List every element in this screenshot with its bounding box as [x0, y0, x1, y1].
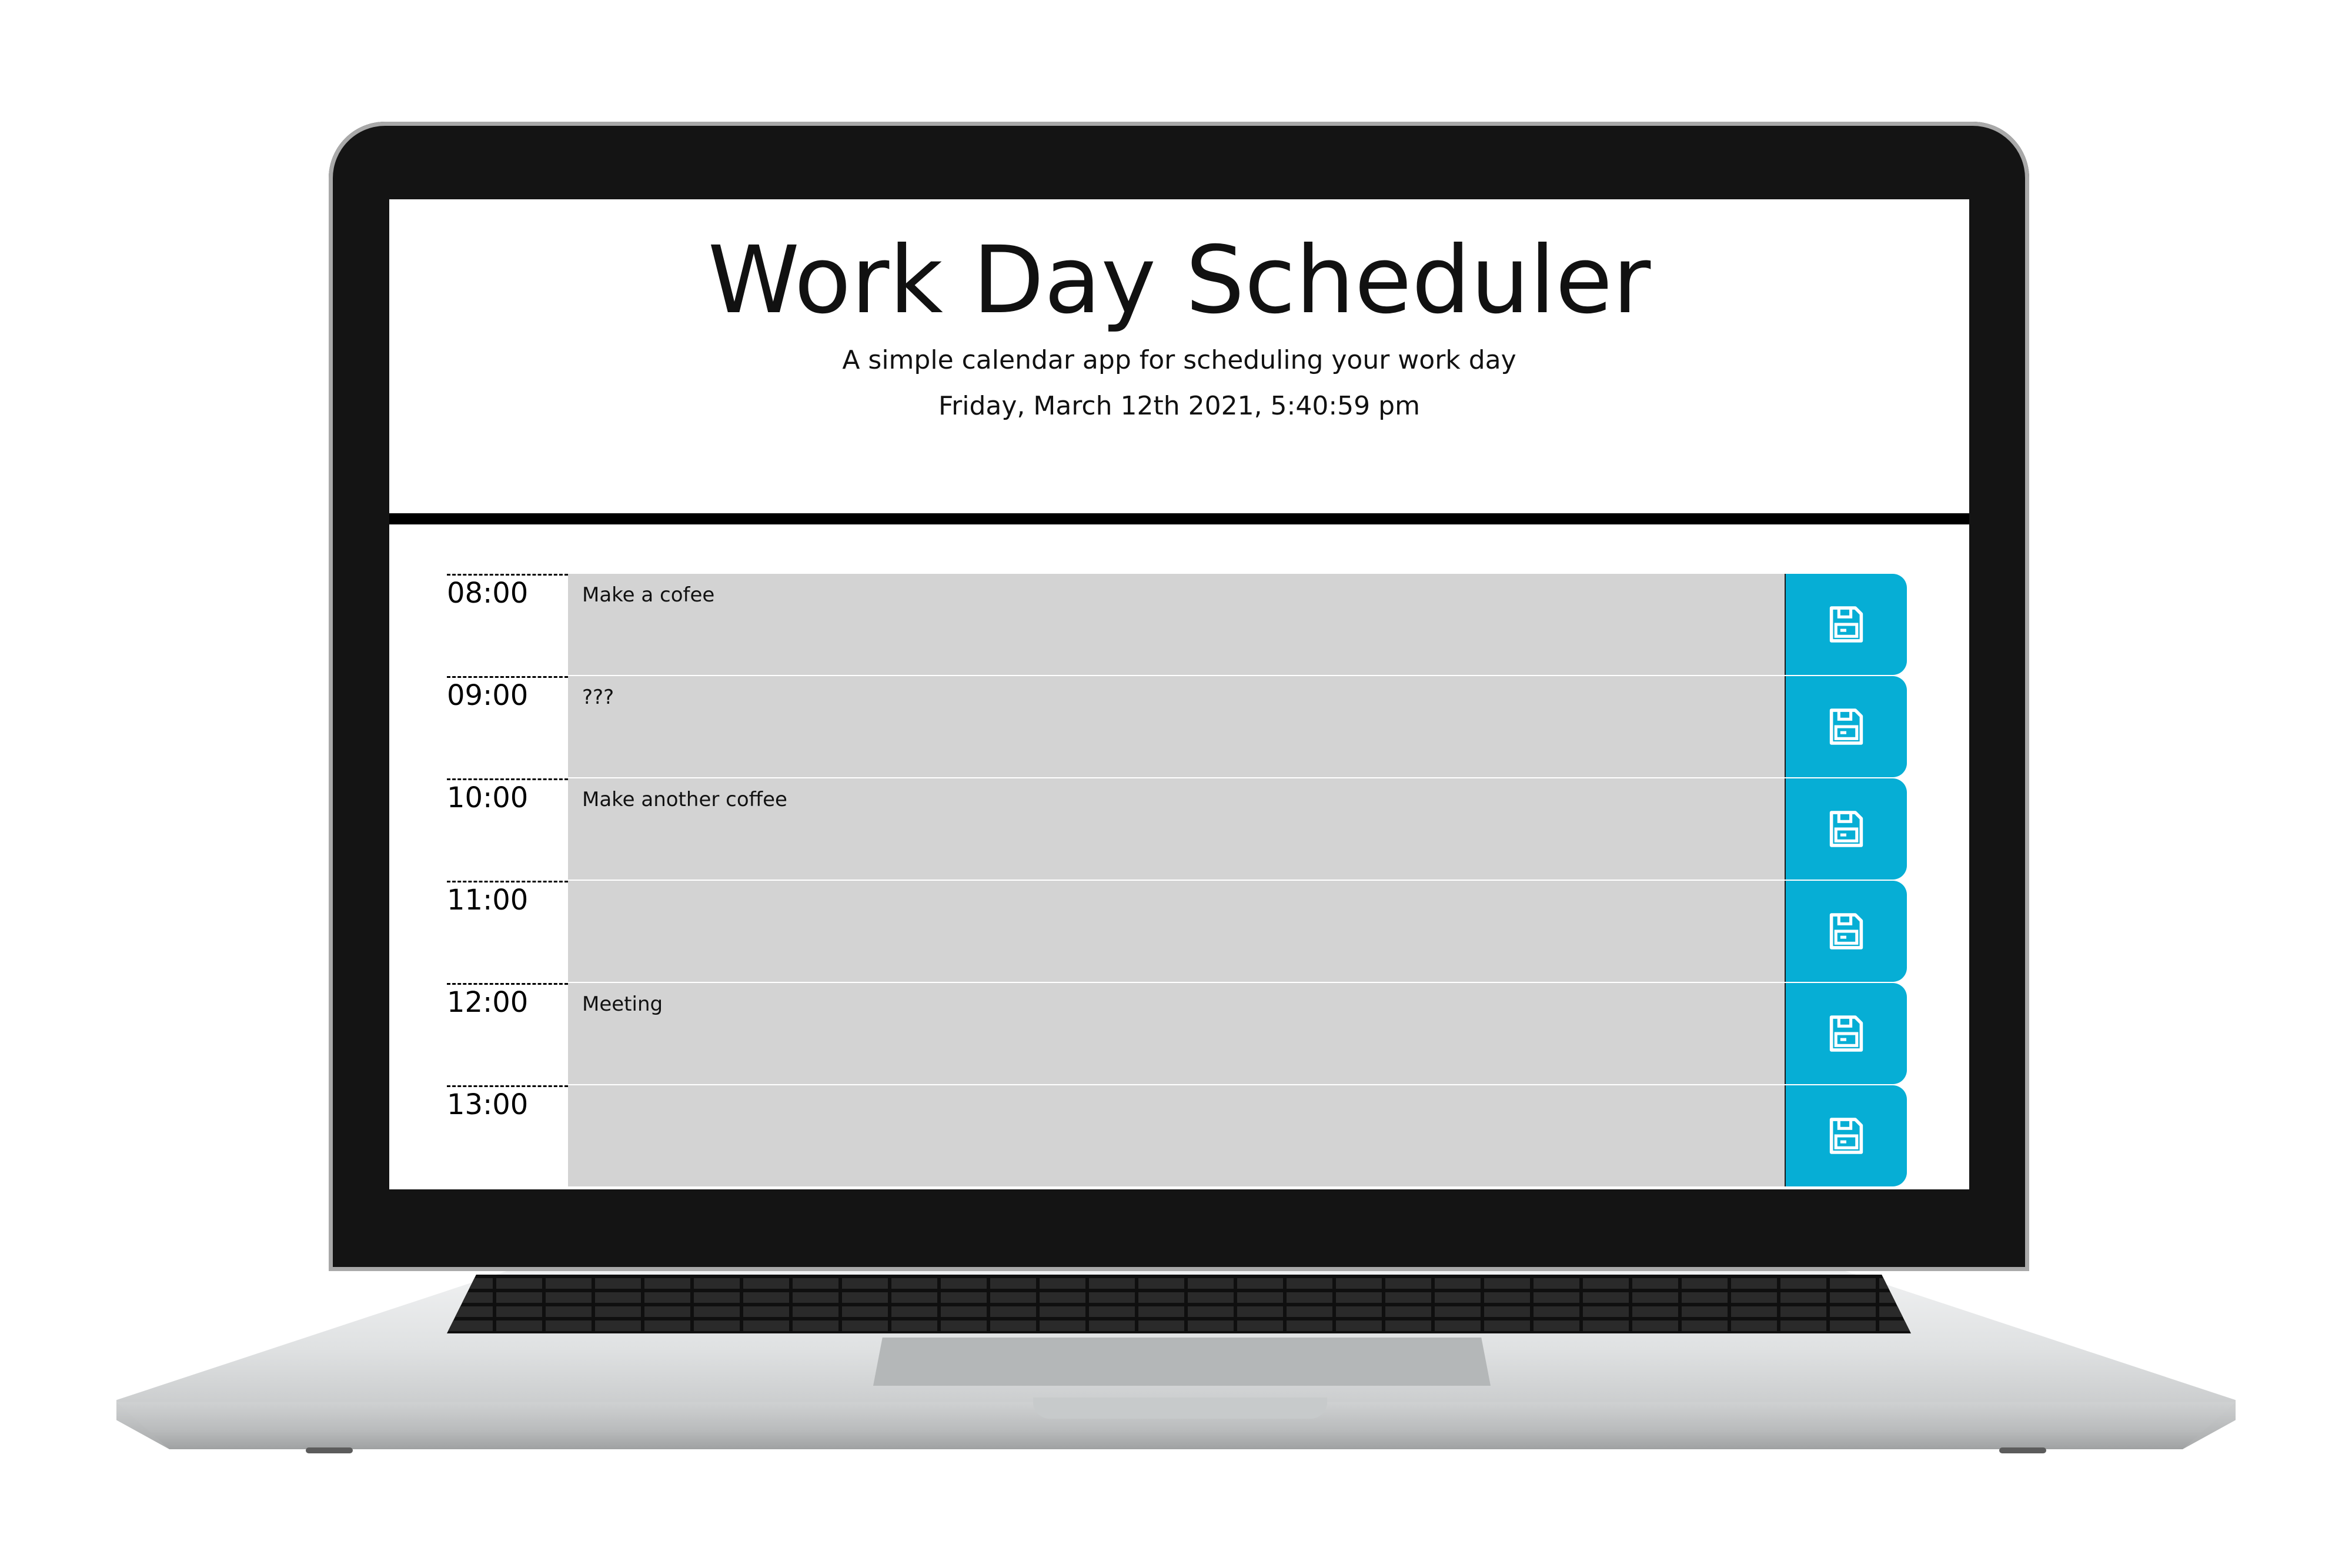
task-input[interactable]: Make a cofee	[568, 574, 1785, 676]
task-input[interactable]: Meeting	[568, 983, 1785, 1085]
task-input[interactable]	[568, 881, 1785, 983]
time-block-0900: 09:00 ???	[447, 676, 1907, 778]
task-input[interactable]: ???	[568, 676, 1785, 778]
save-icon	[1829, 606, 1863, 643]
hour-label: 13:00	[447, 1085, 568, 1188]
task-input[interactable]	[568, 1085, 1785, 1188]
laptop-foot	[306, 1447, 353, 1453]
trackpad	[873, 1338, 1491, 1386]
page-title: Work Day Scheduler	[707, 226, 1651, 335]
current-day: Friday, March 12th 2021, 5:40:59 pm	[938, 391, 1420, 421]
hour-label: 09:00	[447, 676, 568, 778]
hour-label: 12:00	[447, 983, 568, 1085]
page-header: Work Day Scheduler A simple calendar app…	[389, 199, 1969, 524]
save-icon	[1829, 811, 1863, 847]
save-button[interactable]	[1785, 983, 1907, 1084]
hour-label: 11:00	[447, 881, 568, 983]
hour-label: 10:00	[447, 778, 568, 881]
save-icon	[1829, 708, 1863, 745]
save-button[interactable]	[1785, 574, 1907, 675]
time-block-1100: 11:00	[447, 881, 1907, 983]
save-button[interactable]	[1785, 1085, 1907, 1186]
keyboard	[447, 1275, 1911, 1333]
save-button[interactable]	[1785, 778, 1907, 880]
save-icon	[1829, 913, 1863, 950]
laptop-foot	[1999, 1447, 2046, 1453]
thumb-notch	[1033, 1398, 1327, 1419]
page-subtitle: A simple calendar app for scheduling you…	[842, 345, 1516, 375]
save-button[interactable]	[1785, 676, 1907, 777]
time-block-1000: 10:00 Make another coffee	[447, 778, 1907, 881]
time-block-0800: 08:00 Make a cofee	[447, 574, 1907, 676]
time-block-1300: 13:00	[447, 1085, 1907, 1188]
time-block-1200: 12:00 Meeting	[447, 983, 1907, 1085]
hour-label: 08:00	[447, 574, 568, 676]
save-button[interactable]	[1785, 881, 1907, 982]
browser-viewport: Work Day Scheduler A simple calendar app…	[389, 199, 1969, 1189]
task-input[interactable]: Make another coffee	[568, 778, 1785, 881]
save-icon	[1829, 1015, 1863, 1052]
save-icon	[1829, 1118, 1863, 1154]
